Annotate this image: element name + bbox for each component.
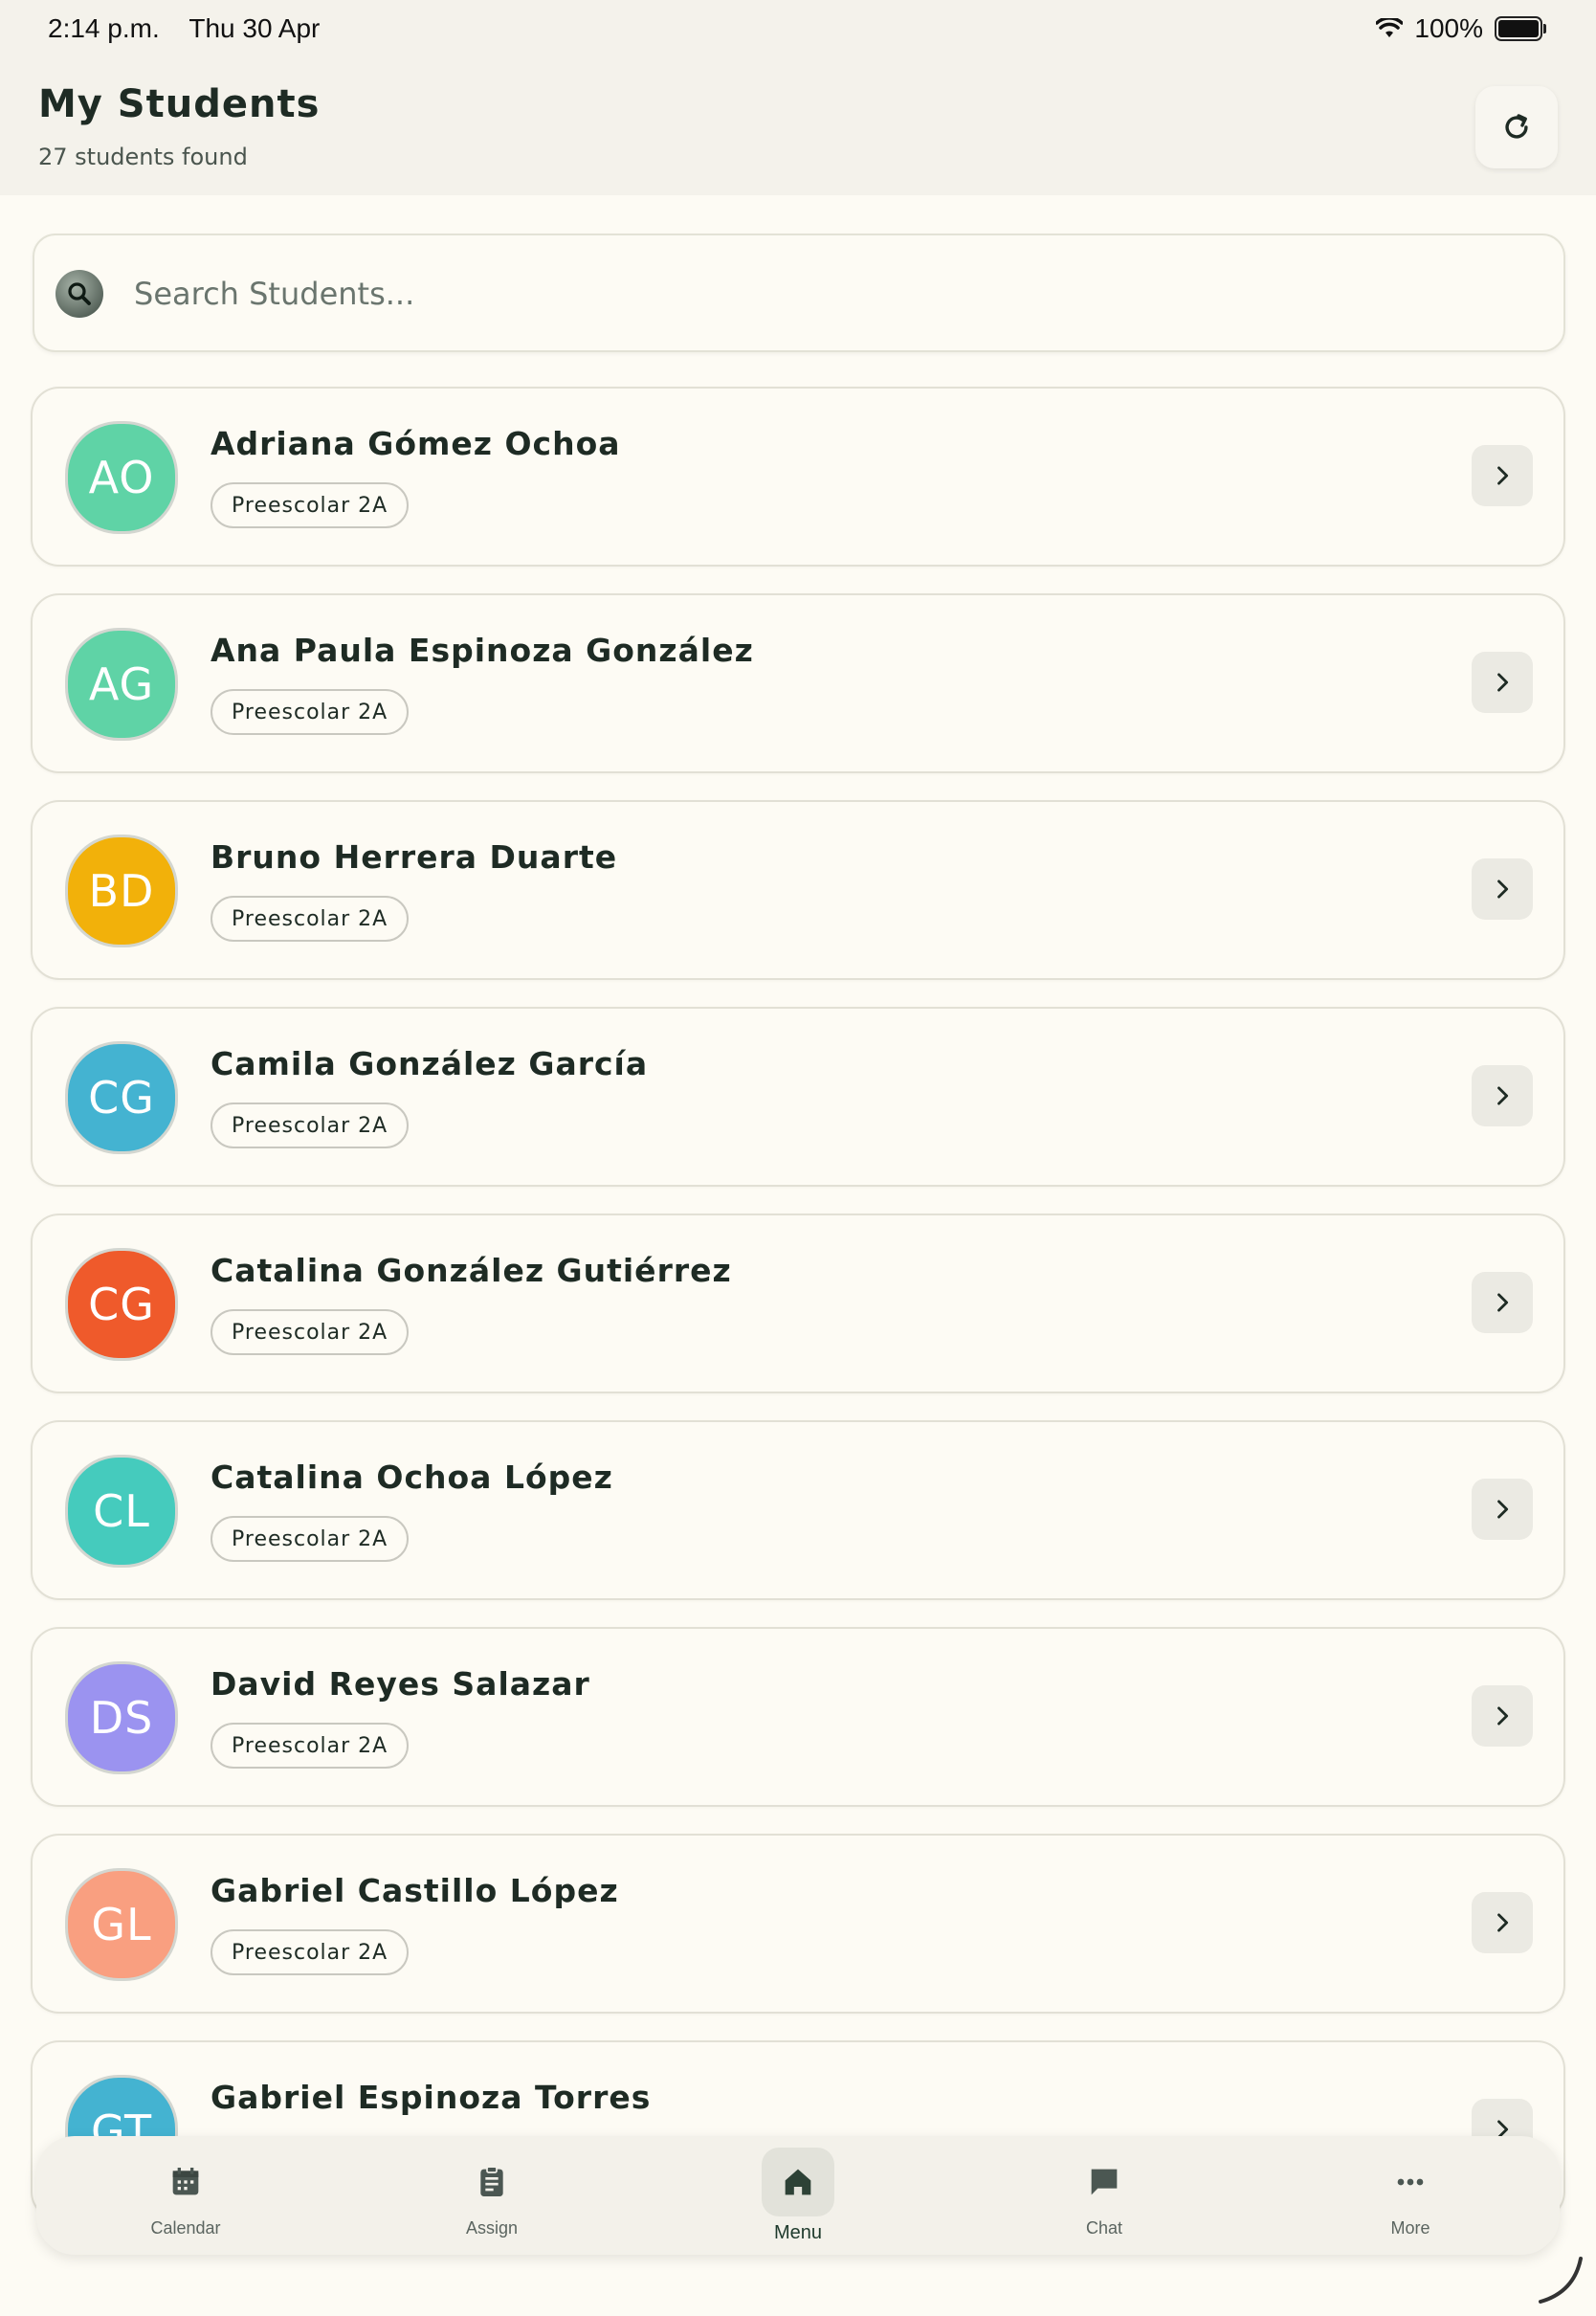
open-student-button[interactable] — [1472, 1272, 1533, 1333]
status-time: 2:14 p.m. Thu 30 Apr — [48, 13, 320, 44]
calendar-icon — [166, 2163, 205, 2201]
nav-label: Assign — [465, 2218, 519, 2238]
student-avatar: CL — [65, 1455, 178, 1568]
open-student-button[interactable] — [1472, 652, 1533, 713]
page-title: My Students — [38, 82, 321, 126]
group-badge: Preescolar 2A — [211, 689, 410, 735]
group-label: Preescolar 2A — [232, 1733, 388, 1758]
student-avatar: BD — [65, 835, 178, 947]
student-card[interactable]: GL Gabriel Castillo López Preescolar 2A — [31, 1834, 1565, 2014]
home-icon — [779, 2163, 817, 2201]
student-name: Camila González García — [211, 1045, 649, 1082]
chat-icon — [1085, 2163, 1123, 2201]
student-card[interactable]: AO Adriana Gómez Ochoa Preescolar 2A — [31, 387, 1565, 567]
status-indicators: 100% — [1376, 13, 1546, 44]
student-name: Adriana Gómez Ochoa — [211, 425, 621, 462]
open-student-button[interactable] — [1472, 1892, 1533, 1953]
group-badge: Preescolar 2A — [211, 1102, 410, 1148]
chevron-right-icon — [1497, 673, 1509, 692]
student-name: Gabriel Espinoza Torres — [211, 2079, 652, 2116]
chevron-right-icon — [1497, 1706, 1509, 1726]
refresh-icon — [1505, 114, 1528, 139]
student-name: Gabriel Castillo López — [211, 1872, 619, 1909]
group-label: Preescolar 2A — [232, 700, 388, 724]
open-student-button[interactable] — [1472, 1065, 1533, 1126]
nav-calendar[interactable]: Calendar — [90, 2136, 281, 2255]
student-card[interactable]: CG Catalina González Gutiérrez Preescola… — [31, 1214, 1565, 1393]
group-badge: Preescolar 2A — [211, 1516, 410, 1562]
group-label: Preescolar 2A — [232, 493, 388, 518]
nav-assign[interactable]: Assign — [396, 2136, 587, 2255]
open-student-button[interactable] — [1472, 445, 1533, 506]
group-badge: Preescolar 2A — [211, 482, 410, 528]
student-initials: CG — [88, 1072, 155, 1124]
nav-menu[interactable]: Menu — [702, 2136, 894, 2255]
status-date-text: Thu 30 Apr — [188, 13, 321, 43]
group-badge: Preescolar 2A — [211, 1309, 410, 1355]
group-badge: Preescolar 2A — [211, 896, 410, 942]
group-label: Preescolar 2A — [232, 906, 388, 931]
search-icon — [55, 270, 103, 318]
student-initials: BD — [88, 865, 155, 917]
open-student-button[interactable] — [1472, 858, 1533, 920]
student-avatar: CG — [65, 1041, 178, 1154]
student-card[interactable]: DS David Reyes Salazar Preescolar 2A — [31, 1627, 1565, 1807]
battery-percent: 100% — [1414, 13, 1483, 43]
bottom-navigation: Calendar Assign Menu Chat More — [36, 2136, 1560, 2255]
nav-label: More — [1390, 2218, 1430, 2238]
chevron-right-icon — [1497, 466, 1509, 485]
student-initials: AG — [88, 658, 155, 710]
group-label: Preescolar 2A — [232, 1526, 388, 1551]
student-name: David Reyes Salazar — [211, 1665, 590, 1703]
nav-more[interactable]: More — [1315, 2136, 1506, 2255]
chevron-right-icon — [1497, 1500, 1509, 1519]
chevron-right-icon — [1497, 880, 1509, 899]
group-badge: Preescolar 2A — [211, 1929, 410, 1975]
group-label: Preescolar 2A — [232, 1320, 388, 1345]
student-name: Catalina González Gutiérrez — [211, 1252, 732, 1289]
clipboard-icon — [473, 2163, 511, 2201]
nav-chat[interactable]: Chat — [1009, 2136, 1200, 2255]
search-input[interactable] — [132, 264, 1533, 323]
student-initials: DS — [89, 1692, 154, 1744]
student-name: Ana Paula Espinoza González — [211, 632, 754, 669]
chevron-right-icon — [1497, 1086, 1509, 1105]
open-student-button[interactable] — [1472, 1685, 1533, 1747]
group-badge: Preescolar 2A — [211, 1723, 410, 1769]
nav-label: Chat — [1085, 2218, 1123, 2238]
group-label: Preescolar 2A — [232, 1113, 388, 1138]
open-student-button[interactable] — [1472, 1479, 1533, 1540]
chevron-right-icon — [1497, 1913, 1509, 1932]
student-name: Bruno Herrera Duarte — [211, 838, 618, 876]
student-initials: CG — [88, 1279, 155, 1330]
student-initials: GL — [91, 1899, 152, 1950]
student-avatar: GL — [65, 1868, 178, 1981]
refresh-button[interactable] — [1475, 86, 1558, 168]
student-list: AO Adriana Gómez Ochoa Preescolar 2A AG … — [31, 387, 1565, 2247]
student-card[interactable]: CG Camila González García Preescolar 2A — [31, 1007, 1565, 1187]
student-avatar: DS — [65, 1661, 178, 1774]
nav-label: Calendar — [150, 2218, 221, 2238]
wifi-icon — [1376, 18, 1404, 37]
student-avatar: AO — [65, 421, 178, 534]
search-bar[interactable] — [33, 234, 1565, 352]
status-time-text: 2:14 p.m. — [48, 13, 160, 43]
chevron-right-icon — [1497, 1293, 1509, 1312]
student-card[interactable]: BD Bruno Herrera Duarte Preescolar 2A — [31, 800, 1565, 980]
more-icon — [1391, 2163, 1430, 2201]
group-label: Preescolar 2A — [232, 1940, 388, 1965]
status-bar: 2:14 p.m. Thu 30 Apr 100% — [0, 0, 1596, 61]
students-count: 27 students found — [38, 144, 248, 170]
resize-handle-icon — [1539, 2257, 1583, 2304]
page-header: My Students 27 students found — [0, 61, 1596, 195]
student-avatar: AG — [65, 628, 178, 741]
nav-label: Menu — [773, 2222, 823, 2243]
student-initials: AO — [88, 452, 155, 503]
student-card[interactable]: AG Ana Paula Espinoza González Preescola… — [31, 593, 1565, 773]
student-card[interactable]: CL Catalina Ochoa López Preescolar 2A — [31, 1420, 1565, 1600]
student-initials: CL — [93, 1485, 150, 1537]
student-avatar: CG — [65, 1248, 178, 1361]
battery-icon — [1495, 16, 1546, 41]
student-name: Catalina Ochoa López — [211, 1459, 613, 1496]
